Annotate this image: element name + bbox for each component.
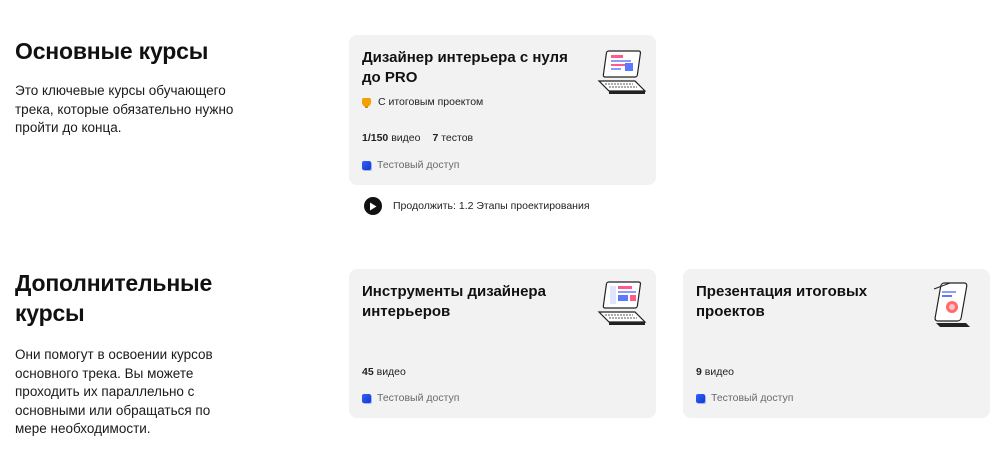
course-stats: 9 видео <box>696 366 734 378</box>
course-stats: 1/150 видео 7 тестов <box>362 132 473 144</box>
play-icon <box>364 197 382 215</box>
videos-count: 1/150 <box>362 132 389 144</box>
tests-label: тестов <box>441 132 474 144</box>
videos-stat: 1/150 видео <box>362 132 420 144</box>
videos-count: 9 <box>696 366 702 378</box>
test-access-label: Тестовый доступ <box>362 392 459 404</box>
course-card-presentation[interactable]: Презентация итоговых проектов 9 видео Те… <box>683 269 990 418</box>
course-card-designer[interactable]: Дизайнер интерьера с нуля до PRO С итого… <box>349 35 656 185</box>
badge-label: С итоговым проектом <box>378 96 484 108</box>
extra-section-description: Они помогут в освоении курсов основного … <box>15 347 213 436</box>
access-icon <box>362 160 371 170</box>
access-icon <box>696 393 705 403</box>
videos-label: видео <box>376 366 406 378</box>
main-section-description: Это ключевые курсы обучающего трека, кот… <box>15 83 234 135</box>
phone-presentation-illustration-icon <box>928 279 978 336</box>
videos-stat: 45 видео <box>362 366 406 378</box>
videos-label: видео <box>704 366 735 378</box>
course-title: Презентация итоговых проектов <box>696 283 868 320</box>
laptop-design-illustration-icon <box>595 49 647 104</box>
access-text: Тестовый доступ <box>377 392 460 404</box>
access-text: Тестовый доступ <box>711 392 794 404</box>
videos-label: видео <box>391 132 421 144</box>
videos-stat: 9 видео <box>696 366 734 378</box>
main-section-title: Основные курсы <box>15 38 209 64</box>
tests-count: 7 <box>432 132 439 144</box>
course-title: Инструменты дизайнера интерьеров <box>362 283 546 320</box>
continue-link[interactable]: Продолжить: 1.2 Этапы проектирования <box>364 197 590 215</box>
course-title: Дизайнер интерьера с нуля до PRO <box>362 49 568 86</box>
access-text: Тестовый доступ <box>377 159 460 171</box>
continue-label: Продолжить: 1.2 Этапы проектирования <box>393 200 590 212</box>
trophy-icon <box>362 97 371 108</box>
course-card-tools[interactable]: Инструменты дизайнера интерьеров 45 виде… <box>349 269 656 418</box>
course-stats: 45 видео <box>362 366 406 378</box>
laptop-tools-illustration-icon <box>595 280 647 335</box>
test-access-label: Тестовый доступ <box>696 392 793 404</box>
extra-section-title: Дополнительные курсы <box>15 270 213 326</box>
access-icon <box>362 393 371 403</box>
tests-stat: 7 тестов <box>432 132 473 144</box>
final-project-badge: С итоговым проектом <box>362 96 483 108</box>
test-access-label: Тестовый доступ <box>362 159 459 171</box>
videos-count: 45 <box>362 366 374 378</box>
